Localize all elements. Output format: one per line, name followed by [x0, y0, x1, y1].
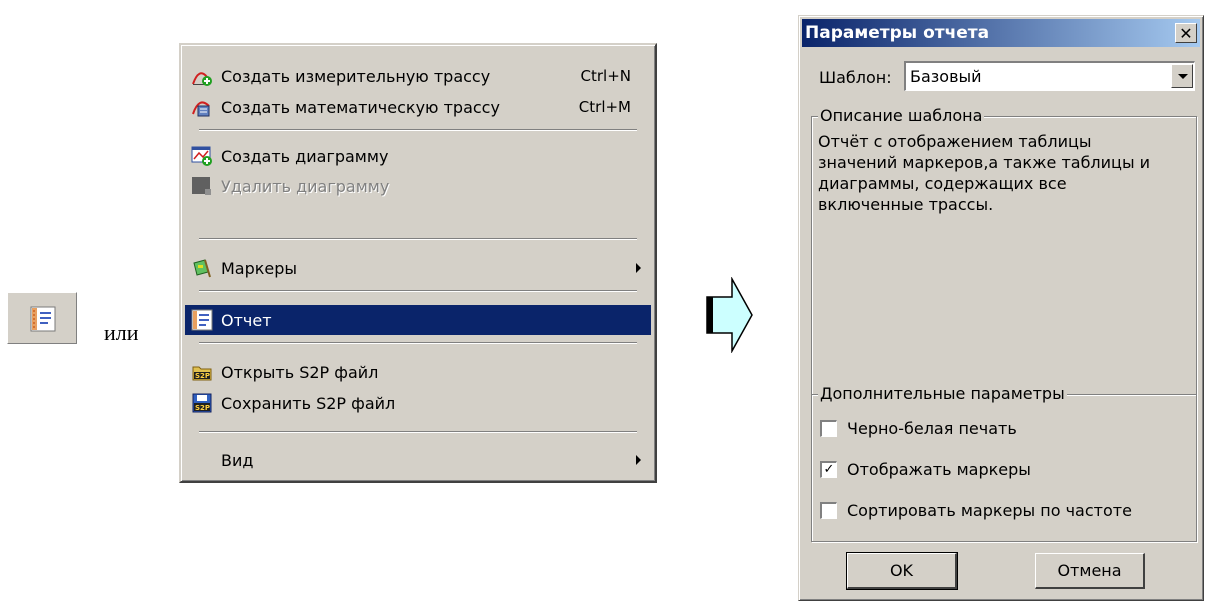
create-chart-icon [191, 145, 213, 167]
menu-item-label: Создать диаграмму [221, 146, 389, 166]
extra-options-group-title: Дополнительные параметры [818, 384, 1067, 403]
menu-item-report[interactable]: Отчет [185, 305, 651, 335]
checkbox-checked[interactable]: ✓ [820, 461, 837, 478]
report-icon [191, 309, 213, 331]
option-bw-print[interactable]: Черно-белая печать [820, 419, 1017, 438]
chevron-down-icon[interactable] [1171, 64, 1193, 88]
description-text: Отчёт с отображением таблицы значений ма… [818, 131, 1190, 215]
menu-separator [199, 431, 637, 433]
menu-separator [199, 238, 637, 240]
description-group-title: Описание шаблона [818, 106, 985, 125]
description-line: значений маркеров,а также таблицы и [818, 153, 1151, 172]
option-label: Черно-белая печать [847, 419, 1017, 438]
checkbox[interactable] [820, 502, 837, 519]
menu-item-create-math-trace[interactable]: Создать математическую трассу Ctrl+M [185, 92, 651, 122]
cancel-button[interactable]: Отмена [1035, 553, 1145, 589]
menu-item-label: Отчет [221, 310, 272, 330]
math-trace-icon [191, 96, 213, 118]
delete-chart-icon [191, 175, 213, 197]
close-button[interactable]: ✕ [1175, 23, 1197, 43]
menu-item-label: Маркеры [221, 258, 298, 278]
report-toolbar-button[interactable] [7, 292, 77, 344]
menu-separator [199, 342, 637, 344]
measure-trace-icon [191, 65, 213, 87]
report-icon [30, 306, 56, 332]
menu-item-view[interactable]: Вид [185, 445, 651, 475]
ok-button[interactable]: OK [846, 552, 958, 590]
option-label: Сортировать маркеры по частоте [847, 501, 1132, 520]
description-line: Отчёт с отображением таблицы [818, 132, 1092, 151]
menu-separator [199, 290, 637, 292]
template-select[interactable]: Базовый [904, 61, 1195, 91]
description-line: включенные трассы. [818, 195, 994, 214]
menu-item-label: Создать математическую трассу [221, 97, 500, 117]
menu-icon-placeholder [191, 449, 213, 471]
submenu-arrow-icon [636, 263, 641, 273]
menu-item-label: Вид [221, 450, 254, 470]
option-show-markers[interactable]: ✓ Отображать маркеры [820, 460, 1031, 479]
template-label: Шаблон: [819, 68, 892, 87]
or-text: или [104, 320, 139, 345]
menu-item-create-measure-trace[interactable]: Создать измерительную трассу Ctrl+N [185, 61, 651, 91]
description-group: Описание шаблона Отчёт с отображением та… [811, 106, 1197, 395]
option-label: Отображать маркеры [847, 460, 1031, 479]
menu-item-label: Создать измерительную трассу [221, 66, 491, 86]
option-sort-markers[interactable]: Сортировать маркеры по частоте [820, 501, 1132, 520]
markers-icon [191, 257, 213, 279]
dialog-titlebar: Параметры отчета ✕ [802, 19, 1200, 47]
right-arrow-icon [706, 277, 753, 353]
shortcut-label: Ctrl+M [578, 98, 631, 116]
context-menu: Создать измерительную трассу Ctrl+N Созд… [179, 43, 657, 483]
shortcut-label: Ctrl+N [580, 67, 631, 85]
dialog-title: Параметры отчета [805, 23, 990, 43]
menu-item-open-s2p[interactable]: S2P Открыть S2P файл [185, 357, 651, 387]
submenu-arrow-icon [636, 455, 641, 465]
menu-separator [199, 129, 637, 131]
save-s2p-icon: S2P [191, 392, 213, 414]
open-s2p-icon: S2P [191, 361, 213, 383]
svg-text:S2P: S2P [195, 372, 210, 380]
menu-item-create-chart[interactable]: Создать диаграмму [185, 141, 651, 171]
svg-text:S2P: S2P [195, 404, 210, 412]
menu-item-markers[interactable]: Маркеры [185, 253, 651, 283]
description-line: диаграммы, содержащих все [818, 174, 1067, 193]
checkbox[interactable] [820, 420, 837, 437]
menu-item-label: Удалить диаграмму [221, 176, 390, 196]
menu-item-label: Сохранить S2P файл [221, 393, 396, 413]
extra-options-group: Дополнительные параметры Черно-белая печ… [811, 384, 1197, 542]
menu-item-save-s2p[interactable]: S2P Сохранить S2P файл [185, 388, 651, 418]
template-value: Базовый [910, 67, 982, 86]
menu-item-delete-chart: Удалить диаграмму [185, 171, 651, 201]
close-icon: ✕ [1179, 23, 1193, 43]
report-parameters-dialog: Параметры отчета ✕ Шаблон: Базовый Описа… [798, 15, 1204, 601]
menu-item-label: Открыть S2P файл [221, 362, 379, 382]
